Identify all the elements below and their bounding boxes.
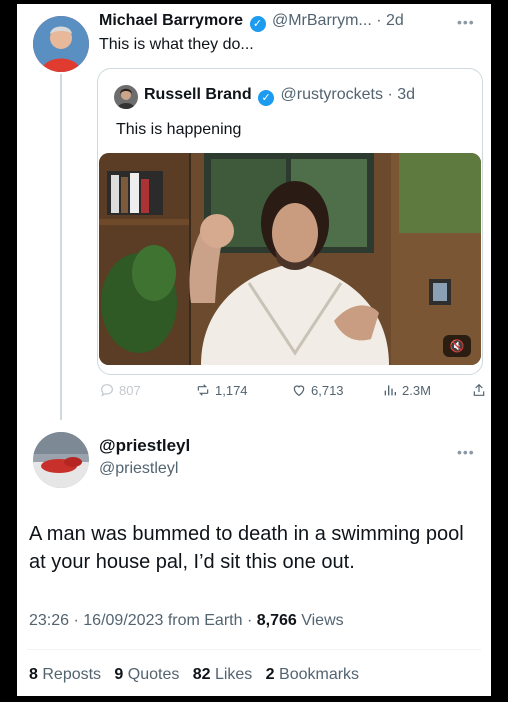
verified-badge-icon: ✓ <box>249 16 266 32</box>
avatar-portrait <box>33 16 89 72</box>
reply-count: 807 <box>119 382 141 398</box>
share-button[interactable] <box>471 382 487 398</box>
reposts-stat[interactable]: 8 Reposts <box>29 666 101 683</box>
tweet-header: Michael Barrymore ✓ @MrBarrym... · 2d <box>99 12 404 32</box>
share-icon <box>473 383 485 396</box>
reply-author-avatar[interactable] <box>33 432 89 488</box>
like-icon <box>293 385 305 397</box>
author-handle[interactable]: @MrBarrym... <box>272 12 372 29</box>
quoted-author-handle: @rustyrockets <box>280 86 383 103</box>
like-count: 6,713 <box>311 382 344 398</box>
reply-icon <box>101 384 113 397</box>
meta-views-count: 8,766 <box>256 612 297 629</box>
video-player[interactable]: 🔇 <box>99 153 481 365</box>
reply-author-name[interactable]: @priestleyl <box>99 436 190 456</box>
quoted-tweet-text: This is happening <box>116 121 242 138</box>
tweet-card: Michael Barrymore ✓ @MrBarrym... · 2d ••… <box>17 4 491 696</box>
verified-badge-icon: ✓ <box>258 90 275 106</box>
quoted-author-name: Russell Brand <box>144 86 252 103</box>
tweet-text: This is what they do... <box>99 36 254 53</box>
views-button[interactable]: 2.3M <box>382 382 431 398</box>
divider <box>27 649 481 650</box>
more-icon[interactable]: ••• <box>457 14 475 30</box>
meta-views-label: Views <box>301 612 344 629</box>
mute-icon[interactable]: 🔇 <box>443 335 471 357</box>
repost-count: 1,174 <box>215 382 248 398</box>
video-thumbnail <box>99 153 481 365</box>
reply-author-handle[interactable]: @priestleyl <box>99 460 178 478</box>
likes-stat[interactable]: 82 Likes <box>193 666 253 683</box>
tweet-actions: 807 1,174 6,713 2.3M <box>99 378 489 402</box>
quoted-avatar-portrait <box>114 85 138 109</box>
meta-time[interactable]: 23:26 <box>29 612 69 629</box>
author-avatar[interactable] <box>33 16 89 72</box>
quoted-author-avatar <box>114 85 138 109</box>
like-button[interactable]: 6,713 <box>291 382 344 398</box>
views-count: 2.3M <box>402 382 431 398</box>
meta-date[interactable]: 16/09/2023 <box>83 612 163 629</box>
repost-icon <box>197 384 209 396</box>
reply-avatar-image <box>33 432 89 488</box>
more-icon[interactable]: ••• <box>457 444 475 460</box>
bookmarks-stat[interactable]: 2 Bookmarks <box>266 666 359 683</box>
author-name[interactable]: Michael Barrymore <box>99 12 243 29</box>
tweet-time[interactable]: 2d <box>386 12 404 29</box>
quoted-tweet-time: 3d <box>397 86 416 103</box>
meta-source: from Earth <box>167 612 243 629</box>
reply-button[interactable]: 807 <box>99 382 141 398</box>
reply-tweet-text: A man was bummed to death in a swimming … <box>29 523 464 573</box>
engagement-stats: 8 Reposts 9 Quotes 82 Likes 2 Bookmarks <box>29 666 359 684</box>
quotes-stat[interactable]: 9 Quotes <box>114 666 179 683</box>
views-icon <box>384 385 396 396</box>
quoted-header: Russell Brand ✓ @rustyrockets · 3d <box>144 86 416 106</box>
repost-button[interactable]: 1,174 <box>195 382 248 398</box>
thread-line <box>60 74 62 420</box>
quoted-tweet[interactable]: Russell Brand ✓ @rustyrockets · 3d This … <box>97 68 483 375</box>
tweet-meta: 23:26 · 16/09/2023 from Earth · 8,766 Vi… <box>29 612 344 629</box>
